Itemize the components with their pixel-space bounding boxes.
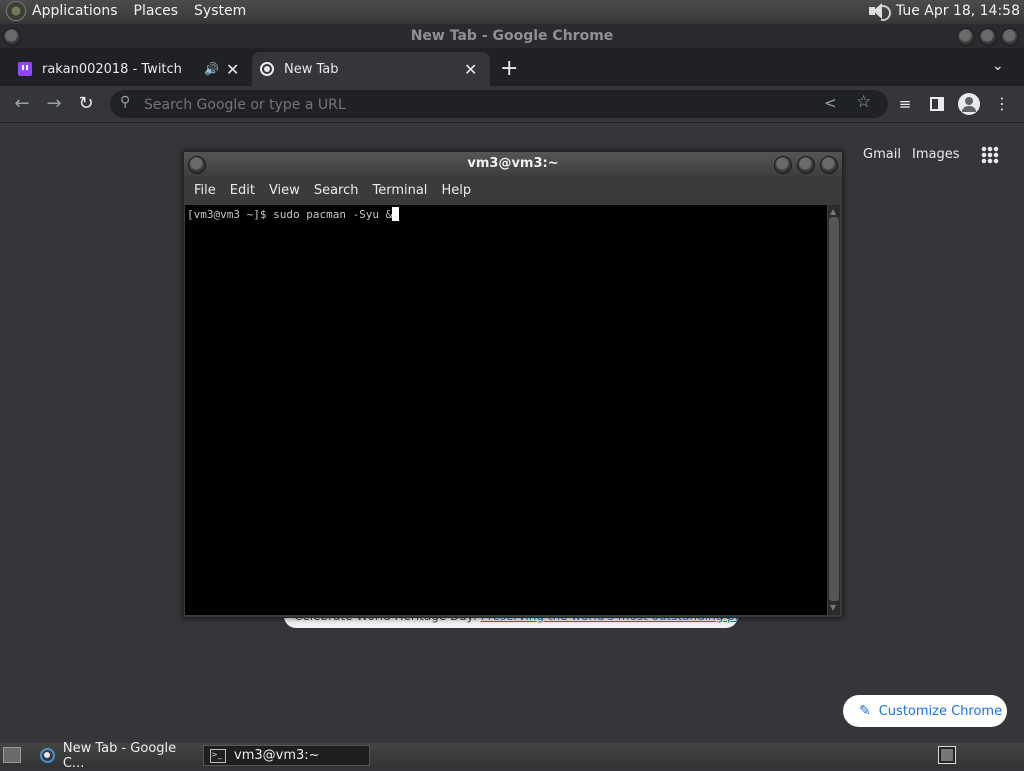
taskbar-item-label: New Tab - Google C...: [62, 740, 177, 771]
terminal-window-menu-button[interactable]: [188, 156, 206, 174]
terminal-icon: >_: [210, 748, 226, 763]
omnibox[interactable]: ⚲ < ☆: [110, 90, 888, 118]
chrome-window-title: New Tab - Google Chrome: [410, 28, 614, 44]
chrome-toolbar: ← → ↻ ⚲ < ☆ ≡ ⋮: [0, 86, 1024, 123]
close-window-button[interactable]: [1001, 28, 1019, 46]
terminal-minimize-button[interactable]: [774, 156, 792, 174]
gmail-link[interactable]: Gmail: [863, 147, 901, 162]
volume-icon[interactable]: [868, 2, 891, 21]
minimize-button[interactable]: [957, 28, 975, 46]
audio-playing-icon[interactable]: 🔊: [204, 62, 219, 76]
side-panel-icon[interactable]: [925, 92, 949, 116]
show-desktop-icon[interactable]: [3, 747, 21, 763]
bottom-panel: New Tab - Google C... >_ vm3@vm3:~: [0, 741, 1024, 771]
maximize-button[interactable]: [979, 28, 997, 46]
chrome-icon: [260, 62, 274, 76]
workspace-switcher-icon[interactable]: [938, 746, 956, 764]
menu-applications[interactable]: Applications: [32, 3, 118, 19]
share-icon[interactable]: <: [824, 94, 837, 112]
kebab-menu-icon[interactable]: ⋮: [990, 92, 1014, 116]
typed-command: sudo pacman -Syu &: [273, 208, 393, 221]
tab-twitch[interactable]: rakan002018 - Twitch 🔊 ✕: [14, 52, 250, 86]
window-menu-button[interactable]: [3, 28, 21, 46]
scroll-up-arrow-icon[interactable]: ▲: [830, 207, 836, 216]
menu-terminal[interactable]: Terminal: [372, 183, 427, 198]
close-tab-icon[interactable]: ✕: [464, 60, 477, 79]
omnibox-input[interactable]: [142, 93, 786, 117]
google-apps-grid-icon[interactable]: [981, 146, 999, 164]
search-icon: ⚲: [120, 94, 131, 110]
tab-label: New Tab: [284, 61, 339, 77]
twitch-icon: [18, 62, 32, 76]
shell-prompt: [vm3@vm3 ~]$: [187, 208, 274, 221]
chrome-icon: [40, 748, 55, 763]
scrollbar-thumb[interactable]: [829, 217, 839, 601]
customize-chrome-label: Customize Chrome: [878, 703, 1003, 719]
tab-search-chevron-icon[interactable]: ⌄: [992, 58, 1004, 74]
images-link[interactable]: Images: [912, 147, 960, 162]
chrome-window-titlebar[interactable]: New Tab - Google Chrome: [0, 24, 1024, 48]
terminal-screen[interactable]: [vm3@vm3 ~]$ sudo pacman -Syu &: [185, 205, 827, 615]
text-cursor: [392, 207, 400, 221]
clock[interactable]: Tue Apr 18, 14:58: [896, 3, 1020, 19]
scroll-down-arrow-icon[interactable]: ▼: [830, 603, 836, 612]
menu-search[interactable]: Search: [314, 183, 359, 198]
terminal-maximize-button[interactable]: [797, 156, 815, 174]
top-panel: Applications Places System Tue Apr 18, 1…: [0, 0, 1024, 22]
taskbar-item-label: vm3@vm3:~: [234, 748, 320, 763]
menu-view[interactable]: View: [269, 183, 300, 198]
tab-strip: rakan002018 - Twitch 🔊 ✕ New Tab ✕ + ⌄: [0, 48, 1024, 86]
customize-chrome-button[interactable]: ✎ Customize Chrome: [843, 695, 1007, 727]
menu-file[interactable]: File: [194, 183, 216, 198]
tab-label: rakan002018 - Twitch: [42, 61, 182, 77]
pencil-icon: ✎: [859, 703, 871, 719]
terminal-line: [vm3@vm3 ~]$ sudo pacman -Syu &: [187, 207, 400, 221]
terminal-scrollbar[interactable]: ▲ ▼: [828, 205, 840, 615]
taskbar-item-chrome[interactable]: New Tab - Google C...: [34, 741, 200, 771]
taskbar-item-terminal[interactable]: >_ vm3@vm3:~: [203, 745, 370, 766]
menu-edit[interactable]: Edit: [230, 183, 255, 198]
menu-places[interactable]: Places: [134, 3, 179, 19]
menu-system[interactable]: System: [194, 3, 246, 19]
tab-new-tab[interactable]: New Tab ✕: [252, 52, 490, 86]
terminal-close-button[interactable]: [820, 156, 838, 174]
reload-icon[interactable]: ↻: [74, 92, 98, 116]
profile-avatar-icon[interactable]: [958, 93, 980, 115]
media-controls-icon[interactable]: ≡: [893, 92, 917, 116]
close-tab-icon[interactable]: ✕: [226, 60, 239, 79]
back-arrow-icon[interactable]: ←: [10, 92, 34, 116]
menu-help[interactable]: Help: [441, 183, 471, 198]
forward-arrow-icon[interactable]: →: [42, 92, 66, 116]
bookmark-star-icon[interactable]: ☆: [856, 92, 871, 112]
terminal-menubar: File Edit View Search Terminal Help: [184, 176, 842, 204]
terminal-titlebar[interactable]: vm3@vm3:~: [184, 152, 842, 176]
terminal-window: vm3@vm3:~ File Edit View Search Terminal…: [183, 151, 843, 618]
terminal-title: vm3@vm3:~: [467, 156, 559, 171]
distro-logo-icon[interactable]: [6, 1, 26, 21]
new-tab-plus-icon[interactable]: +: [500, 56, 518, 81]
